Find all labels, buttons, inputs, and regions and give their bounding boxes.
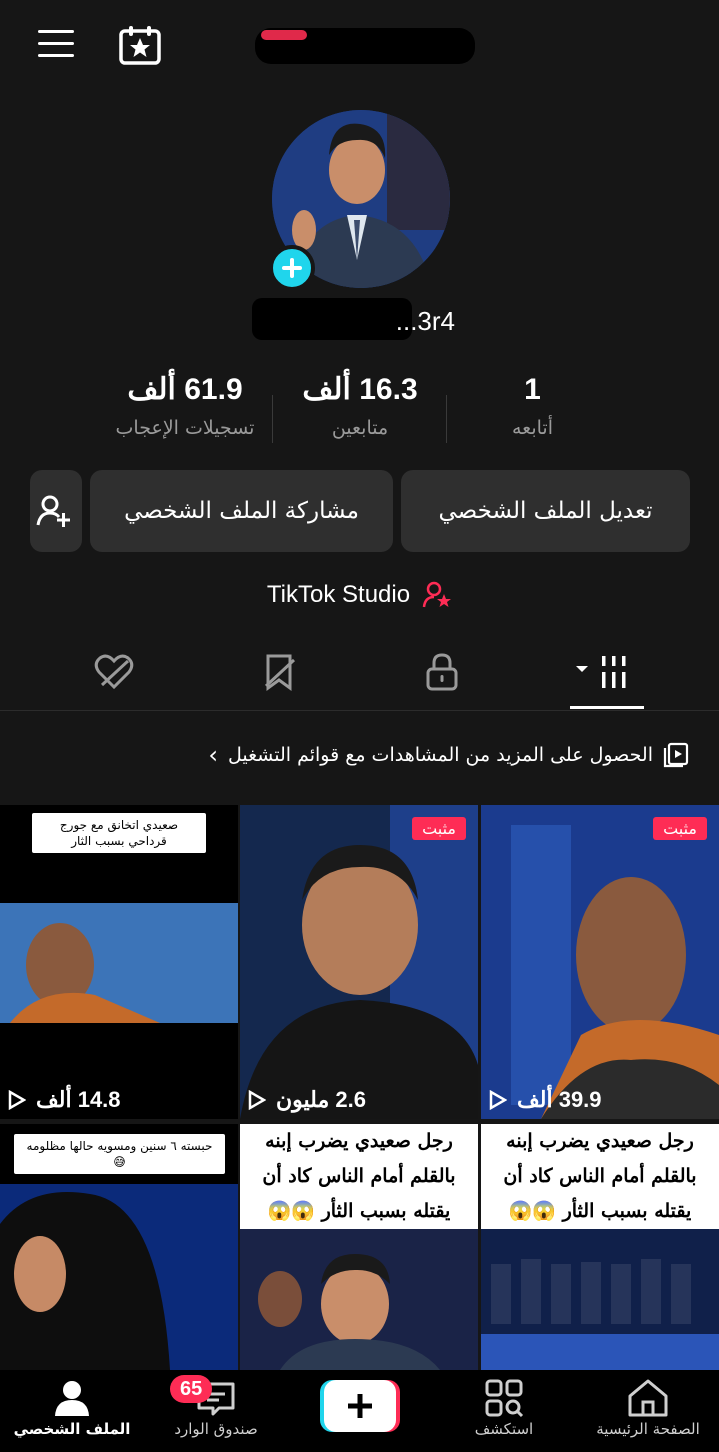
username: ...3r4: [395, 306, 455, 336]
profile-icon: [55, 1381, 89, 1416]
play-icon: [489, 1090, 507, 1110]
stat-divider: [272, 395, 273, 443]
video-thumbnail[interactable]: مثبت 2.6 مليون: [240, 805, 478, 1119]
video-thumbnail[interactable]: مثبت 39.9 ألف: [481, 805, 719, 1119]
nav-profile[interactable]: الملف الشخصي: [12, 1376, 132, 1438]
followers-count: 16.3 ألف: [302, 373, 418, 406]
likes-stat[interactable]: 61.9 ألف تسجيلات الإعجاب: [100, 370, 270, 442]
share-profile-button[interactable]: مشاركة الملف الشخصي: [90, 470, 393, 552]
view-count: 14.8 ألف: [8, 1087, 121, 1113]
nav-profile-label: الملف الشخصي: [13, 1420, 131, 1438]
home-icon: [628, 1379, 668, 1417]
video-thumbnail[interactable]: رجل صعيدي يضرب إبنه بالقلم أمام الناس كا…: [481, 1124, 719, 1370]
following-label: أتابعه: [512, 417, 553, 439]
menu-icon[interactable]: [38, 30, 74, 60]
tiktok-studio-link[interactable]: TikTok Studio: [0, 580, 719, 610]
video-overlay-text: رجل صعيدي يضرب إبنه بالقلم أمام الناس كا…: [481, 1124, 719, 1229]
stat-divider: [446, 395, 447, 443]
view-count: 39.9 ألف: [489, 1087, 602, 1113]
edit-profile-button[interactable]: تعديل الملف الشخصي: [401, 470, 690, 552]
playlist-prompt[interactable]: الحصول على المزيد من المشاهدات مع قوائم …: [0, 735, 719, 775]
create-button[interactable]: [320, 1380, 400, 1432]
pinned-badge: مثبت: [653, 817, 707, 840]
tab-liked[interactable]: [84, 648, 144, 696]
following-stat[interactable]: 1 أتابعه: [480, 370, 585, 442]
view-count: 2.6 مليون: [248, 1087, 366, 1113]
nav-explore-label: استكشف: [474, 1420, 534, 1438]
tab-saved[interactable]: [250, 648, 310, 696]
tab-private[interactable]: [412, 648, 472, 696]
grid-lines-icon: [576, 656, 626, 688]
nav-explore[interactable]: استكشف: [444, 1376, 564, 1438]
nav-inbox-label: صندوق الوارد: [174, 1420, 258, 1438]
likes-count: 61.9 ألف: [127, 373, 243, 406]
followers-stat[interactable]: 16.3 ألف متابعين: [290, 370, 430, 442]
tab-videos[interactable]: [570, 648, 638, 696]
video-caption: حبسته ٦ سنين ومسويه حالها مظلومه 😅: [14, 1134, 225, 1174]
play-icon: [8, 1090, 26, 1110]
studio-label: TikTok Studio: [266, 581, 411, 608]
username-row: ...3r4: [252, 296, 472, 344]
video-thumbnail[interactable]: صعيدي اتخانق مع جورج قرداحي بسبب الثار 1…: [0, 805, 238, 1119]
add-user-icon: [36, 495, 70, 527]
playlist-icon: [663, 742, 689, 768]
plus-icon: [282, 258, 302, 278]
redacted-account-name: [255, 28, 475, 64]
nav-home-label: الصفحة الرئيسية: [596, 1420, 700, 1438]
tabs-divider: [0, 710, 719, 711]
video-overlay-text: رجل صعيدي يضرب إبنه بالقلم أمام الناس كا…: [240, 1124, 478, 1229]
followers-label: متابعين: [331, 417, 389, 439]
video-thumbnail[interactable]: حبسته ٦ سنين ومسويه حالها مظلومه 😅: [0, 1124, 238, 1370]
video-caption: صعيدي اتخانق مع جورج قرداحي بسبب الثار: [32, 813, 206, 853]
active-tab-indicator: [570, 706, 644, 709]
plus-icon: [320, 1380, 400, 1432]
inbox-badge: 65: [170, 1375, 213, 1403]
pinned-badge: مثبت: [412, 817, 466, 840]
nav-home[interactable]: الصفحة الرئيسية: [588, 1376, 708, 1438]
video-thumbnail[interactable]: رجل صعيدي يضرب إبنه بالقلم أمام الناس كا…: [240, 1124, 478, 1370]
add-friends-button[interactable]: [30, 470, 82, 552]
chevron-left-icon: ›: [208, 741, 218, 769]
add-avatar-button[interactable]: [269, 245, 315, 291]
explore-grid-icon: [485, 1379, 524, 1418]
following-count: 1: [524, 373, 541, 406]
lock-icon: [426, 653, 458, 691]
likes-label: تسجيلات الإعجاب: [115, 417, 255, 439]
playlist-prompt-text: الحصول على المزيد من المشاهدات مع قوائم …: [228, 744, 653, 766]
play-icon: [248, 1090, 266, 1110]
creator-star-icon: [422, 581, 452, 608]
heart-hidden-icon: [94, 654, 134, 690]
redacted-username: [252, 298, 412, 340]
bookmark-hidden-icon: [264, 654, 296, 691]
calendar-star-icon[interactable]: [118, 24, 162, 66]
